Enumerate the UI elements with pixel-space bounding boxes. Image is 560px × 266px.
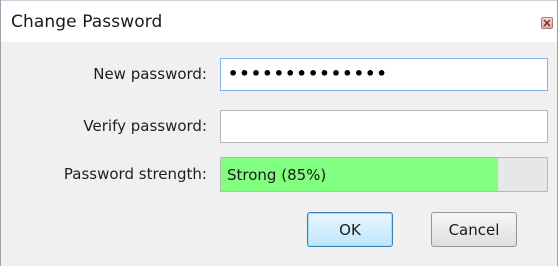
close-icon — [543, 19, 551, 27]
password-strength-text: Strong (85%) — [227, 166, 327, 184]
window-title: Change Password — [11, 12, 163, 32]
ok-button[interactable]: OK — [307, 212, 393, 247]
close-button[interactable] — [541, 17, 553, 29]
verify-password-label: Verify password: — [83, 117, 207, 135]
new-password-field[interactable]: •••••••••••••• — [220, 58, 548, 91]
verify-password-field[interactable] — [220, 110, 548, 143]
change-password-dialog: Change Password New password: ••••••••••… — [0, 0, 558, 266]
password-strength-meter: Strong (85%) — [220, 157, 548, 192]
new-password-label: New password: — [93, 65, 207, 83]
cancel-button[interactable]: Cancel — [431, 212, 517, 247]
password-strength-label: Password strength: — [63, 165, 207, 183]
new-password-value: •••••••••••••• — [228, 64, 388, 83]
title-bar: Change Password — [1, 0, 557, 42]
